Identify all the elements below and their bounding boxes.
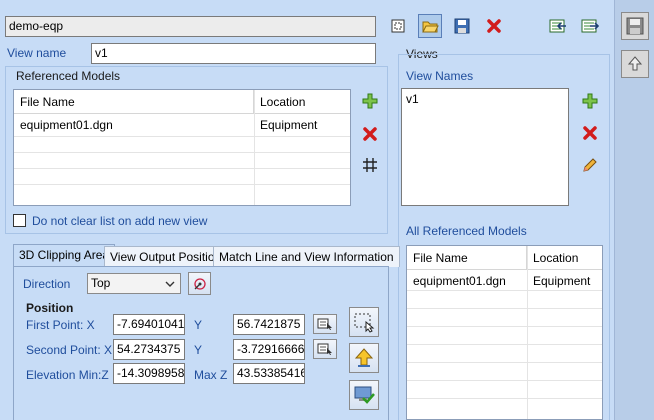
- view-names-list[interactable]: v1: [401, 88, 569, 206]
- direction-pick-button[interactable]: [188, 272, 211, 295]
- tab-3d-clipping-area[interactable]: 3D Clipping Area: [13, 244, 116, 267]
- row-divider: [407, 308, 602, 309]
- upload-arrow-icon: [627, 56, 643, 71]
- rotate-view-icon: [193, 277, 206, 290]
- apply-check-icon: [354, 386, 375, 404]
- second-point-y-label: Y: [194, 343, 203, 357]
- import-button[interactable]: [546, 14, 570, 38]
- save-icon: [626, 17, 644, 35]
- import-icon: [549, 19, 566, 33]
- column-header-file-name[interactable]: File Name: [407, 246, 527, 270]
- delete-button[interactable]: [482, 14, 506, 38]
- remove-model-button[interactable]: [358, 122, 382, 146]
- pick-point-icon: [317, 318, 332, 330]
- pick-point-icon: [317, 343, 332, 355]
- save-button[interactable]: [450, 14, 474, 38]
- row-divider: [407, 290, 602, 291]
- select-area-icon: [354, 313, 375, 333]
- grid-button[interactable]: [358, 153, 382, 177]
- column-header-file-name[interactable]: File Name: [14, 90, 254, 114]
- save-all-button[interactable]: [621, 12, 649, 40]
- row-divider: [407, 326, 602, 327]
- column-header-location[interactable]: Location: [527, 246, 602, 270]
- delete-x-icon: [487, 19, 501, 33]
- row-divider: [14, 136, 350, 137]
- tab-view-output-position[interactable]: View Output Position: [104, 246, 228, 267]
- add-model-button[interactable]: [358, 89, 382, 113]
- first-point-label: First Point: X: [26, 318, 95, 332]
- max-z-input[interactable]: 43.53385416€: [233, 363, 305, 384]
- row-divider: [407, 344, 602, 345]
- view-names-label: View Names: [406, 69, 474, 83]
- column-header-location[interactable]: Location: [254, 90, 350, 114]
- do-not-clear-label: Do not clear list on add new view: [32, 214, 208, 228]
- all-referenced-models-title: All Referenced Models: [406, 224, 527, 238]
- pencil-icon: [583, 158, 597, 172]
- list-item[interactable]: v1: [402, 90, 419, 108]
- right-toolbar: [614, 0, 654, 420]
- row-divider: [407, 362, 602, 363]
- first-point-y-label: Y: [194, 318, 203, 332]
- name-field[interactable]: demo-eqp: [5, 16, 376, 37]
- save-icon: [454, 18, 470, 34]
- direction-value: Top: [91, 276, 111, 290]
- remove-view-button[interactable]: [578, 121, 602, 145]
- row-divider: [14, 152, 350, 153]
- grid-icon: [363, 158, 377, 172]
- tab-match-line-and-view-information[interactable]: Match Line and View Information: [213, 246, 400, 267]
- plus-icon: [582, 93, 598, 109]
- table-cell-location[interactable]: Equipment: [254, 114, 350, 136]
- row-divider: [14, 168, 350, 169]
- view-name-input[interactable]: v1: [91, 43, 376, 64]
- export-button[interactable]: [578, 14, 602, 38]
- table-cell-file[interactable]: equipment01.dgn: [14, 114, 254, 136]
- move-up-button[interactable]: [349, 343, 379, 373]
- row-divider: [407, 398, 602, 399]
- second-point-label: Second Point: X: [26, 343, 113, 357]
- table-cell-file[interactable]: equipment01.dgn: [407, 270, 527, 292]
- new-button[interactable]: [386, 14, 410, 38]
- delete-x-icon: [363, 127, 377, 141]
- pick-second-point-button[interactable]: [313, 339, 337, 359]
- referenced-models-table[interactable]: File Name Location equipment01.dgn Equip…: [13, 89, 351, 206]
- upload-button[interactable]: [621, 50, 649, 78]
- column-divider: [254, 90, 255, 205]
- plus-icon: [362, 93, 378, 109]
- direction-label: Direction: [23, 277, 71, 291]
- view-name-label: View name: [7, 46, 67, 60]
- row-divider: [407, 380, 602, 381]
- direction-select[interactable]: Top: [87, 273, 181, 294]
- row-divider: [14, 184, 350, 185]
- do-not-clear-checkbox[interactable]: [13, 214, 26, 227]
- export-icon: [581, 19, 600, 33]
- open-folder-icon: [422, 21, 439, 33]
- column-divider: [527, 246, 528, 419]
- delete-x-icon: [583, 126, 597, 140]
- table-cell-location[interactable]: Equipment: [527, 270, 602, 292]
- pick-first-point-button[interactable]: [313, 314, 337, 334]
- position-label: Position: [26, 301, 74, 315]
- first-point-x-input[interactable]: -7.694010416: [113, 314, 185, 335]
- all-referenced-models-table[interactable]: File Name Location equipment01.dgn Equip…: [406, 245, 603, 420]
- second-point-x-input[interactable]: 54.2734375: [113, 339, 185, 360]
- select-area-button[interactable]: [349, 307, 379, 337]
- chevron-down-icon: [165, 281, 175, 287]
- referenced-models-title: Referenced Models: [16, 69, 121, 83]
- first-point-y-input[interactable]: 56.7421875: [233, 314, 305, 335]
- elevation-min-input[interactable]: -14.30989583: [113, 363, 185, 384]
- max-z-label: Max Z: [194, 368, 228, 382]
- edit-view-button[interactable]: [578, 153, 602, 177]
- new-document-icon: [391, 19, 405, 33]
- up-arrow-icon: [354, 348, 374, 367]
- elevation-min-label: Elevation Min:Z: [26, 368, 109, 382]
- second-point-y-input[interactable]: -3.729166666: [233, 339, 305, 360]
- open-button[interactable]: [418, 14, 442, 38]
- add-view-button[interactable]: [578, 89, 602, 113]
- apply-view-button[interactable]: [349, 380, 379, 410]
